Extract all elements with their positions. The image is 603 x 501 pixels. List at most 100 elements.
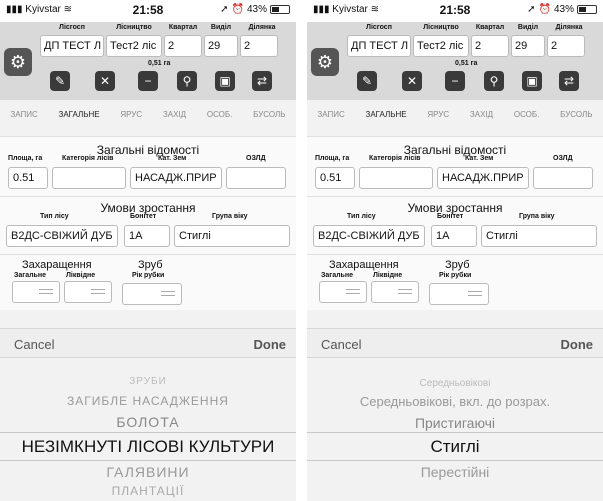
alarm-icon: ⏰ [231,4,244,15]
tab-busol[interactable]: БУСОЛЬ [253,110,285,130]
ozld-field[interactable] [533,167,593,189]
clutter-total-field[interactable] [12,281,60,303]
tab-bar: ЗАПИС ЗАГАЛЬНЕ ЯРУС ЗАХІД ОСОБ. БУСОЛЬ [0,110,296,130]
ozld-field[interactable] [226,167,286,189]
selection-line-top [307,432,603,433]
kvartal-field[interactable]: 2 [471,35,509,57]
bonitet-field[interactable]: 1А [431,225,477,247]
picker-wheel[interactable]: Середньовікові Середньовікові, вкл. до р… [307,358,603,501]
wheel-option[interactable]: ЗРУБИ [0,376,296,387]
wheel-option[interactable]: ПЛАНТАЦІЇ [0,484,296,498]
tab-zapys[interactable]: ЗАПИС [10,110,37,130]
dilyanka-field[interactable]: 2 [547,35,585,57]
done-button[interactable]: Done [254,337,287,352]
done-button[interactable]: Done [561,337,594,352]
map-pin-icon[interactable]: ⚲ [484,71,504,91]
bonitet-label: Бонітет [130,213,157,220]
wheel-option[interactable]: БОЛОТА [0,414,296,430]
cut-year-field[interactable] [122,283,182,305]
wheel-option[interactable]: Середньовікові, вкл. до розрах. [307,394,603,409]
gear-icon[interactable]: ⚙ [311,48,339,76]
status-bar: ▮▮▮ Kyivstar ≋ 21:58 ➚ ⏰ 43% [307,0,603,22]
header-label-lisgosp: Лісгосп [59,24,85,31]
wheel-option-selected[interactable]: НЕЗІМКНУТІ ЛІСОВІ КУЛЬТУРИ [0,437,296,457]
clutter-cut-section: Захаращення Загальне Ліквідне Зруб Рік р… [307,254,603,310]
forest-type-field[interactable]: В2ДС-СВІЖИЙ ДУБ [313,225,425,247]
delete-icon[interactable]: ✕ [402,71,422,91]
kvartal-field[interactable]: 2 [164,35,202,57]
category-field[interactable] [359,167,433,189]
cancel-button[interactable]: Cancel [14,337,54,352]
edit-icon[interactable]: ✎ [50,71,70,91]
tab-zakhid[interactable]: ЗАХІД [163,110,186,130]
category-field[interactable] [52,167,126,189]
vydil-field[interactable]: 29 [511,35,545,57]
category-label: Категорія лісів [62,155,114,162]
header-label-lisgosp: Лісгосп [366,24,392,31]
sync-icon[interactable]: ⇄ [559,71,579,91]
forest-type-field[interactable]: В2ДС-СВІЖИЙ ДУБ [6,225,118,247]
wheel-option[interactable]: ЗАГИБЛЕ НАСАДЖЕННЯ [0,394,296,408]
minus-icon[interactable]: − [138,71,158,91]
save-icon[interactable]: ▣ [215,71,235,91]
dilyanka-field[interactable]: 2 [240,35,278,57]
tab-zagalne[interactable]: ЗАГАЛЬНЕ [59,110,100,130]
save-icon[interactable]: ▣ [522,71,542,91]
vydil-field[interactable]: 29 [204,35,238,57]
area-label: 0,51 га [148,60,171,67]
general-section: Загальні відомості Площа, га Категорія л… [307,136,603,196]
age-group-field[interactable]: Стиглі [174,225,290,247]
area-field[interactable]: 0.51 [315,167,355,189]
wheel-option[interactable]: Перестійні [307,464,603,480]
picker-wheel[interactable]: ЗРУБИ ЗАГИБЛЕ НАСАДЖЕННЯ БОЛОТА НЕЗІМКНУ… [0,358,296,501]
battery-percent: 43% [553,4,574,15]
tab-zagalne[interactable]: ЗАГАЛЬНЕ [366,110,407,130]
wheel-option[interactable]: Середньовікові [307,378,603,389]
bonitet-label: Бонітет [437,213,464,220]
field-line [398,293,412,294]
age-group-field[interactable]: Стиглі [481,225,597,247]
tab-busol[interactable]: БУСОЛЬ [560,110,592,130]
bonitet-field[interactable]: 1А [124,225,170,247]
lisnytstvo-field[interactable]: Тест2 ліс [413,35,469,57]
lisnytstvo-field[interactable]: Тест2 ліс [106,35,162,57]
sync-icon[interactable]: ⇄ [252,71,272,91]
wheel-option-selected[interactable]: Стиглі [307,437,603,457]
clutter-total-label: Загальне [321,272,353,279]
area-label: 0,51 га [455,60,478,67]
tab-osob[interactable]: ОСОБ. [207,110,233,130]
clutter-title: Захаращення [329,259,399,271]
area-label-field: Площа, га [8,155,43,162]
land-category-field[interactable]: НАСАДЖ.ПРИР [130,167,222,189]
cancel-button[interactable]: Cancel [321,337,361,352]
wheel-option[interactable]: Пристигаючі [307,415,603,431]
tab-yarus[interactable]: ЯРУС [120,110,142,130]
selection-line-bottom [307,460,603,461]
lisgosp-field[interactable]: ДП ТЕСТ Л [40,35,104,57]
lisgosp-field[interactable]: ДП ТЕСТ Л [347,35,411,57]
tab-zakhid[interactable]: ЗАХІД [470,110,493,130]
wheel-option[interactable]: ГАЛЯВИНИ [0,464,296,480]
clutter-liquid-label: Ліквідне [66,272,96,279]
tab-osob[interactable]: ОСОБ. [514,110,540,130]
clutter-total-field[interactable] [319,281,367,303]
tab-yarus[interactable]: ЯРУС [427,110,449,130]
tab-zapys[interactable]: ЗАПИС [317,110,344,130]
clutter-liquid-field[interactable] [64,281,112,303]
map-pin-icon[interactable]: ⚲ [177,71,197,91]
tab-bar: ЗАПИС ЗАГАЛЬНЕ ЯРУС ЗАХІД ОСОБ. БУСОЛЬ [307,110,603,130]
screen-right: ▮▮▮ Kyivstar ≋ 21:58 ➚ ⏰ 43% ⚙ Лісгосп Л… [307,0,603,501]
land-category-field[interactable]: НАСАДЖ.ПРИР [437,167,529,189]
delete-icon[interactable]: ✕ [95,71,115,91]
clutter-liquid-field[interactable] [371,281,419,303]
header-label-kvartal: Квартал [168,24,198,31]
edit-icon[interactable]: ✎ [357,71,377,91]
minus-icon[interactable]: − [445,71,465,91]
gear-icon[interactable]: ⚙ [4,48,32,76]
cut-year-field[interactable] [429,283,489,305]
battery-percent: 43% [246,4,267,15]
header-label-lisnytstvo: Лісництво [116,24,152,31]
land-category-label: Кат. Зем [158,155,187,162]
area-field[interactable]: 0.51 [8,167,48,189]
header-label-dilyanka: Ділянка [555,24,583,31]
